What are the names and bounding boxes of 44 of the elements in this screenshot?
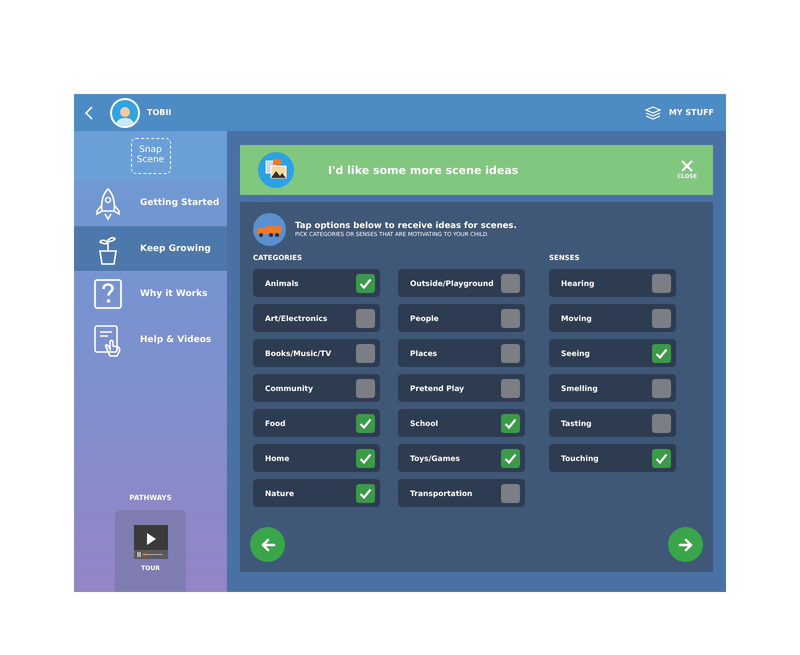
checkbox[interactable] xyxy=(356,484,375,502)
check-icon xyxy=(359,278,372,288)
check-icon xyxy=(504,418,517,428)
checkbox[interactable] xyxy=(356,308,375,328)
checkbox[interactable] xyxy=(356,344,375,362)
next-button[interactable] xyxy=(668,527,703,562)
arrow-icon xyxy=(260,538,276,552)
pictures-icon xyxy=(258,152,294,188)
back-button[interactable] xyxy=(250,527,285,562)
checkbox[interactable] xyxy=(501,414,520,432)
checkbox[interactable] xyxy=(652,344,671,362)
check-icon xyxy=(504,452,517,464)
truck-icon xyxy=(253,213,286,246)
checkbox[interactable] xyxy=(652,274,671,292)
check-icon xyxy=(655,452,668,464)
video-player-icon xyxy=(134,525,168,559)
checkbox[interactable] xyxy=(652,448,671,468)
checkbox[interactable] xyxy=(652,378,671,398)
checkbox[interactable] xyxy=(501,308,520,328)
checkbox[interactable] xyxy=(501,448,520,468)
check-icon xyxy=(359,488,372,498)
close-icon xyxy=(681,160,694,172)
avatar xyxy=(110,98,140,128)
check-icon xyxy=(359,418,372,428)
arrow-icon xyxy=(678,538,694,552)
check-icon xyxy=(655,348,668,358)
checkbox[interactable] xyxy=(356,274,375,292)
checkbox[interactable] xyxy=(356,378,375,398)
checkbox[interactable] xyxy=(501,274,520,292)
banner-title: I'd like some more scene ideas xyxy=(328,164,520,176)
instruction-text: Tap options below to receive ideas for scenes. xyxy=(295,221,517,231)
user-name: TOBII xyxy=(147,108,172,117)
sidebar-item[interactable]: Keep Growing xyxy=(74,226,227,271)
checkbox[interactable] xyxy=(356,414,375,432)
layers-icon[interactable] xyxy=(644,106,661,120)
check-icon xyxy=(359,452,372,464)
checkbox[interactable] xyxy=(356,448,375,468)
checkbox[interactable] xyxy=(652,414,671,432)
checkbox[interactable] xyxy=(652,308,671,328)
my-stuff-link[interactable]: MY STUFF xyxy=(668,108,714,117)
app-logo: Snap Scene xyxy=(130,138,170,174)
checkbox[interactable] xyxy=(501,484,520,502)
checkbox[interactable] xyxy=(501,344,520,362)
checkbox[interactable] xyxy=(501,378,520,398)
